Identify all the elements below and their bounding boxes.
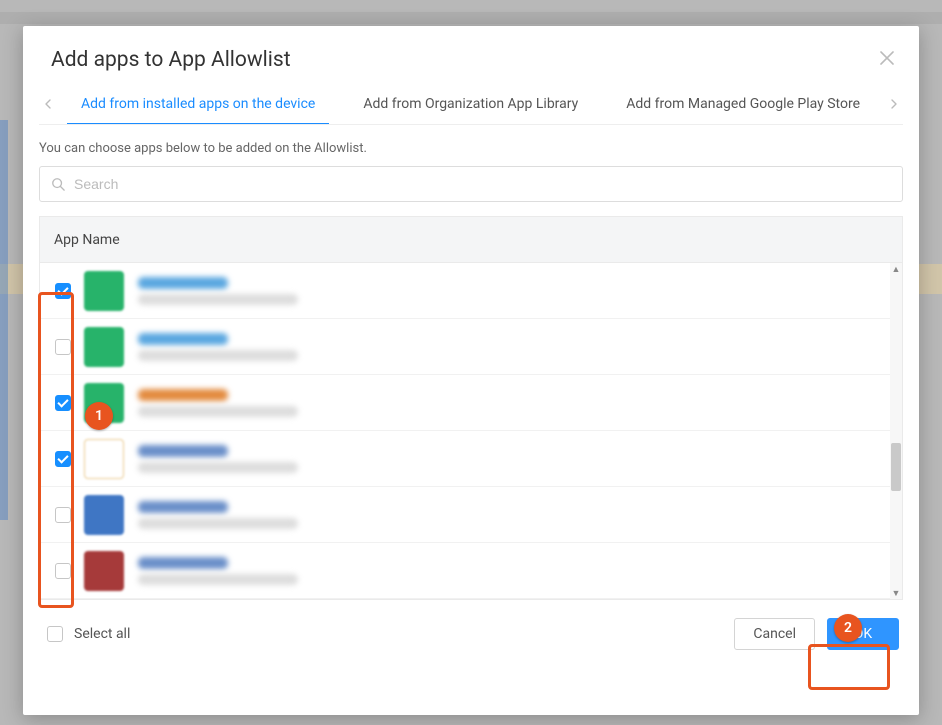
app-icon xyxy=(84,383,124,423)
hint-text: You can choose apps below to be added on… xyxy=(23,125,919,166)
cancel-button[interactable]: Cancel xyxy=(734,618,815,650)
app-icon xyxy=(84,271,124,311)
table-row[interactable] xyxy=(40,319,890,375)
row-checkbox[interactable] xyxy=(55,451,71,467)
scroll-thumb[interactable] xyxy=(891,443,901,491)
table-row[interactable] xyxy=(40,263,890,319)
scroll-down-icon[interactable]: ▼ xyxy=(890,587,902,599)
row-checkbox[interactable] xyxy=(55,507,71,523)
app-icon xyxy=(84,495,124,535)
table-row[interactable] xyxy=(40,487,890,543)
scroll-up-icon[interactable]: ▲ xyxy=(890,263,902,275)
add-apps-modal: Add apps to App Allowlist Add from insta… xyxy=(23,26,919,715)
modal-title: Add apps to App Allowlist xyxy=(51,48,891,72)
search-input[interactable] xyxy=(39,166,903,202)
app-label xyxy=(138,333,880,361)
table-row[interactable] xyxy=(40,543,890,599)
app-label xyxy=(138,501,880,529)
table-row[interactable] xyxy=(40,375,890,431)
tab-google-play[interactable]: Add from Managed Google Play Store xyxy=(612,96,874,124)
search-icon xyxy=(51,177,65,191)
tab-installed-apps[interactable]: Add from installed apps on the device xyxy=(67,96,329,124)
tabs: Add from installed apps on the device Ad… xyxy=(39,96,903,125)
close-icon[interactable] xyxy=(877,48,897,68)
table-row[interactable] xyxy=(40,431,890,487)
select-all[interactable]: Select all xyxy=(43,623,130,645)
tab-org-library[interactable]: Add from Organization App Library xyxy=(349,96,592,124)
column-header-app-name: App Name xyxy=(54,232,120,248)
app-label xyxy=(138,389,880,417)
modal-footer: Select all Cancel OK xyxy=(23,600,919,668)
app-icon xyxy=(84,551,124,591)
app-label xyxy=(138,557,880,585)
app-icon xyxy=(84,327,124,367)
tabs-scroll-right[interactable] xyxy=(885,98,903,123)
app-list: ▲ ▼ xyxy=(39,262,903,600)
row-checkbox[interactable] xyxy=(55,563,71,579)
row-checkbox[interactable] xyxy=(55,283,71,299)
row-checkbox[interactable] xyxy=(55,395,71,411)
scrollbar[interactable]: ▲ ▼ xyxy=(890,263,902,599)
row-checkbox[interactable] xyxy=(55,339,71,355)
app-icon xyxy=(84,439,124,479)
app-label xyxy=(138,445,880,473)
modal-header: Add apps to App Allowlist xyxy=(23,26,919,72)
app-label xyxy=(138,277,880,305)
ok-button[interactable]: OK xyxy=(827,618,899,650)
table-header: App Name xyxy=(39,216,903,262)
select-all-label: Select all xyxy=(74,626,130,642)
select-all-checkbox[interactable] xyxy=(47,626,63,642)
tabs-scroll-left[interactable] xyxy=(39,98,57,123)
